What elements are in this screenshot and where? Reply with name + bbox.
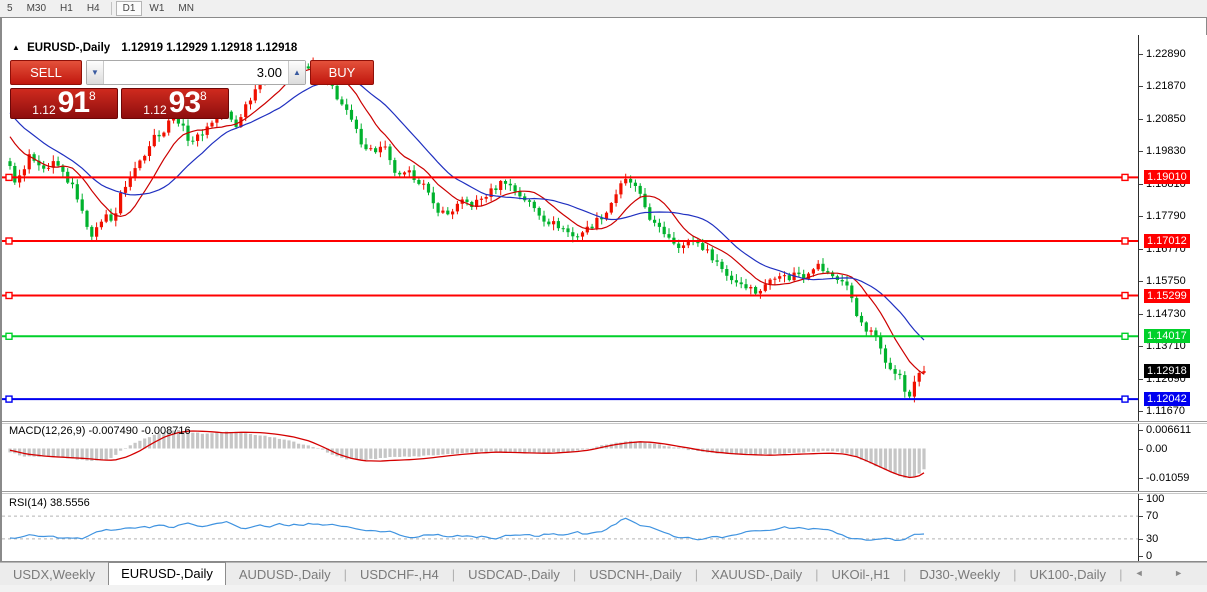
chart-tab-bar: USDX,WeeklyEURUSD-,DailyAUDUSD-,Daily | US… — [0, 562, 1207, 585]
tick-mark — [1139, 281, 1143, 282]
panel-divider[interactable] — [2, 421, 1207, 424]
timeframe-button-m30[interactable]: M30 — [20, 1, 53, 16]
buy-button[interactable]: BUY — [310, 60, 374, 85]
volume-input[interactable] — [104, 61, 288, 84]
rsi-canvas[interactable] — [2, 495, 1138, 563]
tick-mark — [1139, 499, 1143, 500]
tick-mark — [1139, 449, 1143, 450]
tick-mark — [1139, 86, 1143, 87]
tick-mark — [1139, 556, 1143, 557]
trading-platform-window: 5M30H1H4 D1W1MN ▲ EURUSD-,Daily 1.12919 1… — [0, 0, 1207, 592]
collapse-icon[interactable]: ▲ — [12, 43, 20, 52]
tick-mark — [1139, 151, 1143, 152]
tab-dj30-weekly[interactable]: DJ30-,Weekly — [906, 564, 1013, 585]
timeframe-button-w1[interactable]: W1 — [142, 1, 171, 16]
price-level-badge: 1.12042 — [1144, 392, 1190, 406]
timeframe-button-h4[interactable]: H4 — [80, 1, 107, 16]
sell-price-pip: 8 — [89, 90, 96, 102]
tick-mark — [1139, 478, 1143, 479]
symbol-label: EURUSD-,Daily — [27, 42, 110, 54]
price-axis-tick: 1.21870 — [1146, 80, 1186, 92]
price-axis-tick: 1.15750 — [1146, 275, 1186, 287]
volume-increase-icon[interactable]: ▲ — [288, 61, 305, 84]
macd-axis-tick: -0.01059 — [1146, 472, 1189, 484]
tick-mark — [1139, 54, 1143, 55]
tick-mark — [1139, 516, 1143, 517]
toolbar-separator — [111, 2, 112, 15]
tick-mark — [1139, 346, 1143, 347]
tick-mark — [1139, 119, 1143, 120]
tab-uk100-daily[interactable]: UK100-,Daily — [1016, 564, 1119, 585]
volume-stepper: ▼ ▲ — [86, 60, 306, 85]
timeframe-button-h1[interactable]: H1 — [53, 1, 80, 16]
timeframe-button-mn[interactable]: MN — [171, 1, 201, 16]
sell-button[interactable]: SELL — [10, 60, 82, 85]
tab-eurusd-daily[interactable]: EURUSD-,Daily — [108, 562, 226, 585]
tick-mark — [1139, 379, 1143, 380]
macd-axis-tick: 0.00 — [1146, 443, 1167, 455]
price-level-badge: 1.17012 — [1144, 234, 1190, 248]
tab-ukoil-h1[interactable]: UKOil-,H1 — [818, 564, 903, 585]
tab-usdcad-daily[interactable]: USDCAD-,Daily — [455, 564, 573, 585]
tick-mark — [1139, 249, 1143, 250]
tab-usdx-weekly[interactable]: USDX,Weekly — [0, 564, 108, 585]
chart-title: ▲ EURUSD-,Daily 1.12919 1.12929 1.12918 … — [12, 42, 297, 54]
buy-price-prefix: 1.12 — [143, 103, 166, 117]
tick-mark — [1139, 184, 1143, 185]
tab-separator: | — [1119, 564, 1122, 585]
buy-price-display[interactable]: 1.12 93 8 — [121, 88, 229, 119]
tab-scroll-arrows[interactable]: ◄ ► — [1135, 568, 1197, 578]
price-axis-tick: 1.11670 — [1146, 405, 1185, 417]
price-level-badge: 1.15299 — [1144, 289, 1190, 303]
price-axis-tick: 1.14730 — [1146, 308, 1186, 320]
price-axis-tick: 1.17790 — [1146, 210, 1186, 222]
tick-mark — [1139, 430, 1143, 431]
ohlc-values: 1.12919 1.12929 1.12918 1.12918 — [121, 42, 297, 54]
status-strip — [0, 584, 1207, 592]
tab-usdcnh-daily[interactable]: USDCNH-,Daily — [576, 564, 694, 585]
sell-price-prefix: 1.12 — [32, 103, 55, 117]
timeframe-button-5[interactable]: 5 — [0, 1, 20, 16]
sell-price-main: 91 — [58, 89, 89, 117]
price-level-badge: 1.14017 — [1144, 329, 1190, 343]
tick-mark — [1139, 314, 1143, 315]
buy-price-main: 93 — [169, 89, 200, 117]
volume-decrease-icon[interactable]: ▼ — [87, 61, 104, 84]
rsi-axis-tick: 30 — [1146, 533, 1158, 545]
price-axis-tick: 1.20850 — [1146, 113, 1186, 125]
panel-divider[interactable] — [2, 491, 1207, 494]
rsi-label: RSI(14) 38.5556 — [9, 497, 90, 509]
macd-axis-tick: 0.006611 — [1146, 424, 1191, 436]
tab-usdchf-h4[interactable]: USDCHF-,H4 — [347, 564, 452, 585]
price-level-badge: 1.19010 — [1144, 170, 1190, 184]
tab-xauusd-daily[interactable]: XAUUSD-,Daily — [698, 564, 815, 585]
price-axis-tick: 1.22890 — [1146, 48, 1186, 60]
tick-mark — [1139, 216, 1143, 217]
tick-mark — [1139, 411, 1143, 412]
tab-audusd-daily[interactable]: AUDUSD-,Daily — [226, 564, 344, 585]
price-axis: 1.228901.218701.208501.198301.188101.177… — [1138, 35, 1207, 564]
timeframe-button-d1[interactable]: D1 — [116, 1, 143, 16]
timeframe-toolbar: 5M30H1H4 D1W1MN — [0, 0, 1207, 18]
tick-mark — [1139, 539, 1143, 540]
price-axis-tick: 1.19830 — [1146, 145, 1186, 157]
sell-price-display[interactable]: 1.12 91 8 — [10, 88, 118, 119]
current-price-badge: 1.12918 — [1144, 364, 1190, 378]
macd-label: MACD(12,26,9) -0.007490 -0.008716 — [9, 425, 191, 437]
buy-price-pip: 8 — [200, 90, 207, 102]
rsi-axis-tick: 100 — [1146, 493, 1164, 505]
chart-window: ▲ EURUSD-,Daily 1.12919 1.12929 1.12918 … — [0, 17, 1207, 562]
rsi-axis-tick: 70 — [1146, 510, 1158, 522]
one-click-trade-panel: SELL ▼ ▲ BUY 1.12 91 8 1.12 93 8 — [10, 60, 232, 119]
